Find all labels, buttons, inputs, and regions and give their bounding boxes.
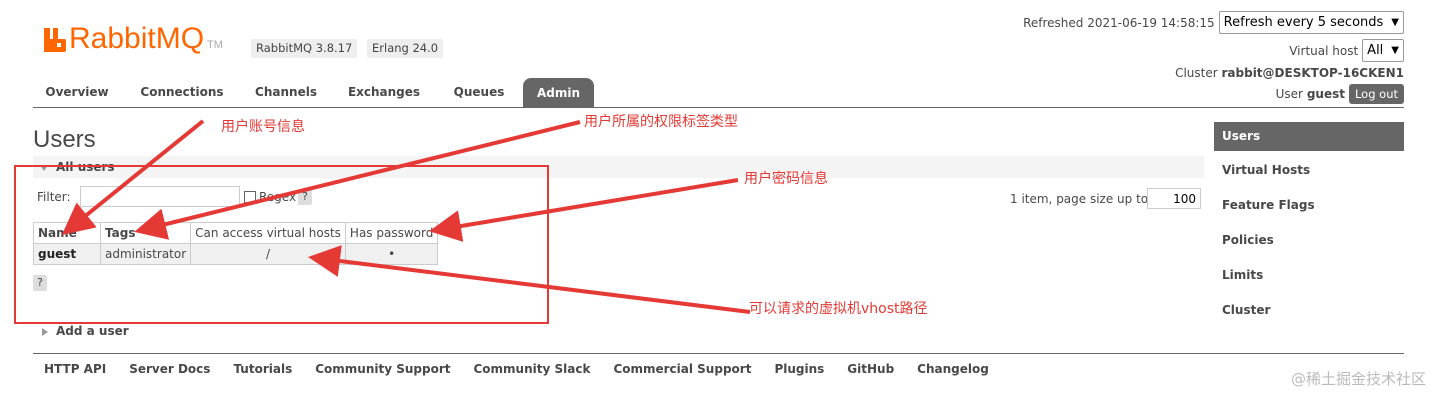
footer-divider (33, 353, 1404, 354)
user-has-password-cell: • (344, 243, 439, 265)
footer-link-tutorials[interactable]: Tutorials (233, 362, 292, 376)
tab-overview[interactable]: Overview (33, 78, 121, 107)
rabbit-logo-icon (44, 28, 66, 52)
user-name-link[interactable]: guest (33, 243, 101, 265)
logo-text: RabbitMQ (69, 22, 205, 55)
add-user-section-toggle[interactable]: Add a user (42, 324, 129, 338)
column-header-tags[interactable]: Tags (99, 222, 192, 244)
footer-link-http-api[interactable]: HTTP API (44, 362, 106, 376)
admin-sidebar: Users Virtual Hosts Feature Flags Polici… (1214, 122, 1404, 330)
user-vhosts-cell: / (190, 243, 346, 265)
annotation-user-password: 用户密码信息 (744, 171, 828, 187)
column-header-name[interactable]: Name (33, 222, 101, 244)
tab-channels[interactable]: Channels (246, 78, 326, 107)
user-tags-cell: administrator (99, 243, 192, 265)
filter-label: Filter: (37, 190, 71, 204)
refreshed-timestamp: Refreshed 2021-06-19 14:58:15 (1023, 15, 1215, 30)
rabbitmq-logo[interactable]: RabbitMQ TM (44, 22, 223, 55)
page-size-input[interactable] (1147, 188, 1201, 209)
tab-connections[interactable]: Connections (133, 78, 231, 107)
rabbitmq-version-badge: RabbitMQ 3.8.17 (251, 39, 358, 58)
sidebar-item-policies[interactable]: Policies (1214, 225, 1404, 260)
virtual-host-label: Virtual host (1289, 43, 1359, 58)
page-title: Users (33, 126, 96, 153)
watermark: @稀土掘金技术社区 (1290, 370, 1426, 388)
chevron-down-icon: ▼ (1391, 45, 1399, 56)
sidebar-item-limits[interactable]: Limits (1214, 260, 1404, 295)
tab-admin[interactable]: Admin (523, 78, 594, 108)
column-header-has-password[interactable]: Has password (344, 222, 439, 244)
table-help-button[interactable]: ? (33, 275, 47, 291)
tab-exchanges[interactable]: Exchanges (340, 78, 428, 107)
filter-input[interactable] (80, 186, 240, 207)
refresh-interval-select[interactable]: Refresh every 5 seconds ▼ (1218, 11, 1404, 34)
footer-links: HTTP API Server Docs Tutorials Community… (44, 362, 1012, 376)
virtual-host-select[interactable]: All ▼ (1362, 39, 1404, 62)
column-header-vhosts[interactable]: Can access virtual hosts (190, 222, 346, 244)
main-nav-tabs: Overview Connections Channels Exchanges … (33, 78, 1404, 108)
triangle-right-icon (42, 327, 48, 336)
sidebar-item-users[interactable]: Users (1214, 122, 1404, 151)
footer-link-server-docs[interactable]: Server Docs (129, 362, 210, 376)
table-header-row: Name Tags Can access virtual hosts Has p… (33, 222, 439, 244)
users-table: Name Tags Can access virtual hosts Has p… (33, 222, 439, 265)
regex-checkbox[interactable] (244, 191, 256, 203)
footer-link-changelog[interactable]: Changelog (917, 362, 989, 376)
sidebar-item-feature-flags[interactable]: Feature Flags (1214, 190, 1404, 225)
trademark: TM (207, 39, 223, 51)
regex-label: Regex (259, 190, 297, 204)
annotation-user-tags: 用户所属的权限标签类型 (584, 114, 738, 130)
page-info-label: 1 item, page size up to (1010, 192, 1149, 206)
arrow-vhost-path (308, 245, 751, 314)
footer-link-plugins[interactable]: Plugins (774, 362, 824, 376)
triangle-down-icon (40, 164, 48, 171)
annotation-vhost-path: 可以请求的虚拟机vhost路径 (749, 301, 928, 317)
footer-link-community-support[interactable]: Community Support (315, 362, 450, 376)
all-users-section-toggle[interactable]: All users (40, 160, 115, 174)
chevron-down-icon: ▼ (1391, 17, 1399, 28)
footer-link-github[interactable]: GitHub (847, 362, 894, 376)
table-row[interactable]: guest administrator / • (33, 243, 439, 265)
footer-link-community-slack[interactable]: Community Slack (473, 362, 590, 376)
annotation-user-account: 用户账号信息 (221, 119, 305, 135)
sidebar-item-virtual-hosts[interactable]: Virtual Hosts (1214, 155, 1404, 190)
footer-link-commercial-support[interactable]: Commercial Support (613, 362, 751, 376)
sidebar-item-cluster[interactable]: Cluster (1214, 295, 1404, 330)
regex-help-button[interactable]: ? (298, 189, 312, 205)
arrow-user-password (429, 178, 739, 242)
tab-queues[interactable]: Queues (445, 78, 513, 107)
erlang-version-badge: Erlang 24.0 (367, 39, 444, 58)
section-header-bar[interactable] (33, 156, 1204, 178)
